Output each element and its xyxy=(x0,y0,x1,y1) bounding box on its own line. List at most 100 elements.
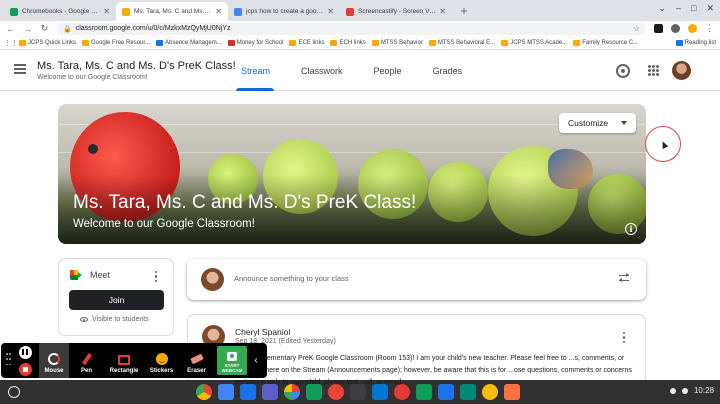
address-bar[interactable]: 🔒 classroom.google.com/u/0/c/MzkxMzQyMjU… xyxy=(57,22,646,35)
bookmark-item[interactable]: JCPS MTSS Acade... xyxy=(501,39,568,46)
new-tab-button[interactable]: + xyxy=(456,3,472,19)
bookmark-label: ECH links xyxy=(339,39,366,46)
browser-tab[interactable]: Screencastify - Screen Video Re ✕ xyxy=(340,2,452,21)
bookmark-star-icon[interactable]: ☆ xyxy=(633,24,640,33)
system-tray[interactable]: 10:28 xyxy=(669,386,714,395)
main-menu-icon[interactable] xyxy=(14,64,26,74)
screencastify-app-icon[interactable] xyxy=(394,384,410,400)
tab-grades[interactable]: Grades xyxy=(424,51,485,91)
meet-more-options-icon[interactable] xyxy=(155,271,158,282)
close-tab-icon[interactable]: ✕ xyxy=(215,7,222,16)
close-window-icon[interactable]: ✕ xyxy=(706,3,714,14)
launcher-icon[interactable] xyxy=(8,386,20,398)
maximize-icon[interactable]: □ xyxy=(691,3,696,14)
tool-mouse[interactable]: Mouse xyxy=(39,343,69,378)
battery-icon xyxy=(681,387,688,394)
tab-title: Chromebooks - Google Sheets xyxy=(22,8,100,15)
bookmark-item[interactable]: Money for School xyxy=(227,39,284,46)
google-favicon-icon xyxy=(234,7,242,16)
chrome-app-icon[interactable] xyxy=(196,384,212,400)
close-tab-icon[interactable]: ✕ xyxy=(103,7,110,16)
user-avatar xyxy=(201,268,224,291)
extensions-puzzle-icon[interactable] xyxy=(671,24,680,33)
tool-stickers[interactable]: Stickers xyxy=(144,343,179,378)
browser-tab[interactable]: jcps how to create a google acc ✕ xyxy=(228,2,340,21)
photos-app-icon[interactable] xyxy=(284,384,300,400)
class-title[interactable]: Ms. Tara, Ms. C and Ms. D's PreK Class! xyxy=(37,60,236,72)
meet-app-icon[interactable] xyxy=(460,384,476,400)
google-apps-icon[interactable] xyxy=(648,65,659,76)
start-webcam-button[interactable]: START WEBCAM xyxy=(217,346,247,375)
bookmark-item[interactable]: Absence Managem... xyxy=(156,39,222,46)
outlook-app-icon[interactable] xyxy=(372,384,388,400)
meet-card: Meet Join Visible to students xyxy=(58,258,174,336)
customize-button[interactable]: Customize xyxy=(559,113,636,133)
tool-rectangle[interactable]: Rectangle xyxy=(104,343,144,378)
wifi-icon xyxy=(669,387,676,394)
forward-icon[interactable]: → xyxy=(23,24,32,34)
account-avatar[interactable] xyxy=(672,61,691,80)
teams-app-icon[interactable] xyxy=(262,384,278,400)
announce-placeholder[interactable]: Announce something to your class xyxy=(234,274,349,283)
browser-tab[interactable]: Chromebooks - Google Sheets ✕ xyxy=(4,2,116,21)
screencastify-toolbar: Mouse Pen Rectangle Stickers Eraser STAR… xyxy=(1,343,267,378)
collapse-toolbar-icon[interactable]: ‹ xyxy=(250,343,262,378)
tool-pen[interactable]: Pen xyxy=(69,343,104,378)
class-info-icon[interactable]: i xyxy=(625,223,637,235)
bookmark-item[interactable]: MTSS Behavioral E... xyxy=(428,39,496,46)
announce-box[interactable]: Announce something to your class xyxy=(187,259,646,300)
folder-icon xyxy=(573,39,581,46)
bookmark-label: JCPS Quick Links xyxy=(28,39,77,46)
bookmark-label: Absence Managem... xyxy=(165,39,222,46)
folder-icon xyxy=(371,39,379,46)
reload-icon[interactable]: ↻ xyxy=(40,23,49,34)
back-icon[interactable]: ← xyxy=(6,24,15,34)
bookmark-item[interactable]: JCPS Quick Links xyxy=(19,39,77,46)
reuse-post-icon[interactable] xyxy=(619,273,629,283)
drive-app-icon[interactable] xyxy=(482,384,498,400)
bookmark-item[interactable]: ECH links xyxy=(330,39,366,46)
window-controls: ⌄ – □ ✕ xyxy=(658,3,714,14)
extension-icon[interactable] xyxy=(654,24,663,33)
files-app-icon[interactable] xyxy=(240,384,256,400)
browser-tab-active[interactable]: Ms. Tara, Ms. C and Ms. D's PreK ✕ xyxy=(116,2,228,21)
calendar-app-icon[interactable] xyxy=(438,384,454,400)
post-more-options-icon[interactable] xyxy=(623,332,626,343)
meet-label: Meet xyxy=(90,270,111,280)
bookmark-item[interactable]: ECE links xyxy=(289,39,324,46)
apps-grid-icon[interactable]: ⋮⋮ xyxy=(4,39,18,47)
bookmark-item[interactable]: MTSS Behavior xyxy=(371,39,423,46)
tab-classwork[interactable]: Classwork xyxy=(292,51,365,91)
browser-menu-icon[interactable]: ⋮ xyxy=(705,23,714,34)
close-tab-icon[interactable]: ✕ xyxy=(439,7,446,16)
settings-gear-icon[interactable] xyxy=(616,64,630,78)
reading-list[interactable]: Reading list xyxy=(675,39,716,46)
docs-app-icon[interactable] xyxy=(218,384,234,400)
folder-icon xyxy=(289,39,297,46)
gmail-app-icon[interactable] xyxy=(328,384,344,400)
pause-recording-button[interactable] xyxy=(18,345,32,359)
stop-recording-button[interactable] xyxy=(18,362,32,376)
sheets-app-icon[interactable] xyxy=(306,384,322,400)
bookmark-label: MTSS Behavioral E... xyxy=(437,39,496,46)
tab-people[interactable]: People xyxy=(365,51,424,91)
bookmark-label: JCPS MTSS Acade... xyxy=(510,39,568,46)
tab-title: Screencastify - Screen Video Re xyxy=(358,8,436,15)
classroom-app-icon[interactable] xyxy=(416,384,432,400)
bookmark-item[interactable]: Family Resource C... xyxy=(573,39,638,46)
slides-app-icon[interactable] xyxy=(504,384,520,400)
join-meet-button[interactable]: Join xyxy=(69,290,164,310)
banner-title: Ms. Tara, Ms. C and Ms. D's PreK Class! xyxy=(73,192,417,213)
minimize-icon[interactable]: – xyxy=(676,3,681,14)
close-tab-icon[interactable]: ✕ xyxy=(327,7,334,16)
tool-eraser[interactable]: Eraser xyxy=(179,343,214,378)
drag-handle-icon[interactable] xyxy=(6,353,11,367)
screencastify-favicon-icon xyxy=(346,7,354,16)
tab-search-icon[interactable]: ⌄ xyxy=(658,3,666,14)
bookmark-label: Money for School xyxy=(236,39,284,46)
profile-icon[interactable] xyxy=(688,24,697,33)
camera-app-icon[interactable] xyxy=(350,384,366,400)
tab-stream[interactable]: Stream xyxy=(232,51,292,91)
folder-icon xyxy=(501,39,509,46)
bookmark-item[interactable]: Google Free Resour... xyxy=(82,39,150,46)
